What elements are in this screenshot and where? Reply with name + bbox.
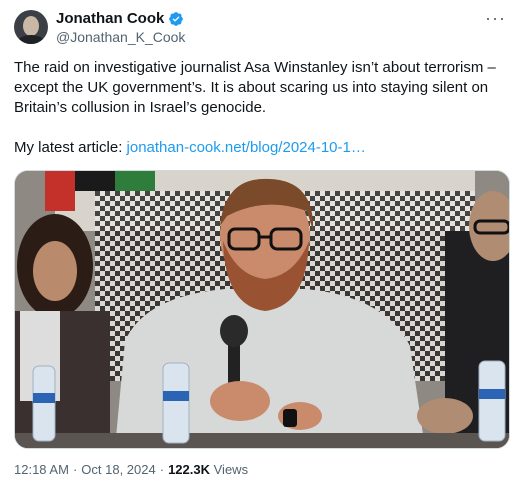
tweet-date[interactable]: Oct 18, 2024 — [81, 462, 155, 477]
meta-separator: · — [72, 462, 78, 477]
tweet-time[interactable]: 12:18 AM — [14, 462, 69, 477]
tweet-meta: 12:18 AM · Oct 18, 2024 · 122.3K Views — [14, 462, 248, 477]
views-count: 122.3K — [168, 462, 210, 477]
avatar-body — [17, 35, 45, 44]
more-horizontal-icon[interactable]: ··· — [485, 8, 506, 29]
photo-scene — [15, 171, 509, 448]
author-name-row: Jonathan Cook — [56, 10, 184, 27]
avatar-face — [23, 16, 39, 36]
tweet-photo[interactable] — [14, 170, 510, 449]
article-link[interactable]: jonathan-cook.net/blog/2024-10-1… — [127, 139, 366, 156]
tweet-text: The raid on investigative journalist Asa… — [14, 58, 508, 158]
meta-separator: · — [159, 462, 165, 477]
tweet-text-line: Britain’s collusion in Israel’s genocide… — [14, 99, 267, 116]
tweet-text-line: The raid on investigative journalist Asa… — [14, 59, 496, 76]
article-line: My latest article: jonathan-cook.net/blo… — [14, 138, 508, 158]
article-prefix: My latest article: — [14, 139, 127, 156]
tweet-card[interactable]: Jonathan Cook @Jonathan_K_Cook ··· The r… — [0, 0, 520, 492]
author-handle[interactable]: @Jonathan_K_Cook — [56, 29, 185, 45]
verified-badge-icon — [169, 11, 184, 26]
views-label: Views — [213, 462, 249, 477]
tweet-text-line: except the UK government’s. It is about … — [14, 79, 489, 96]
display-name[interactable]: Jonathan Cook — [56, 10, 164, 27]
avatar[interactable] — [14, 10, 48, 44]
